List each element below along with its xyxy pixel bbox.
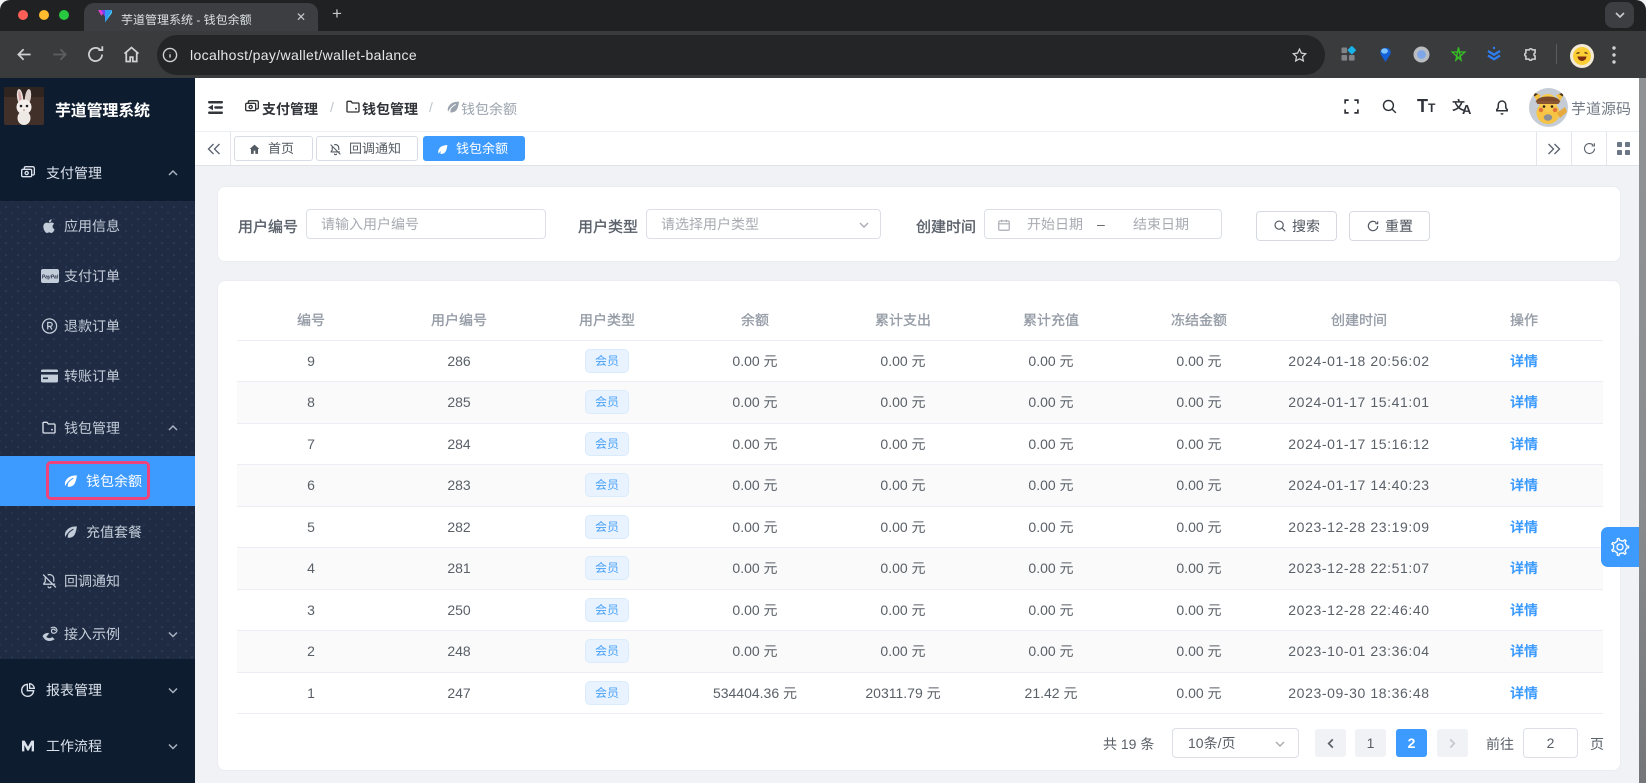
svg-text:PayPal: PayPal [42, 275, 59, 281]
